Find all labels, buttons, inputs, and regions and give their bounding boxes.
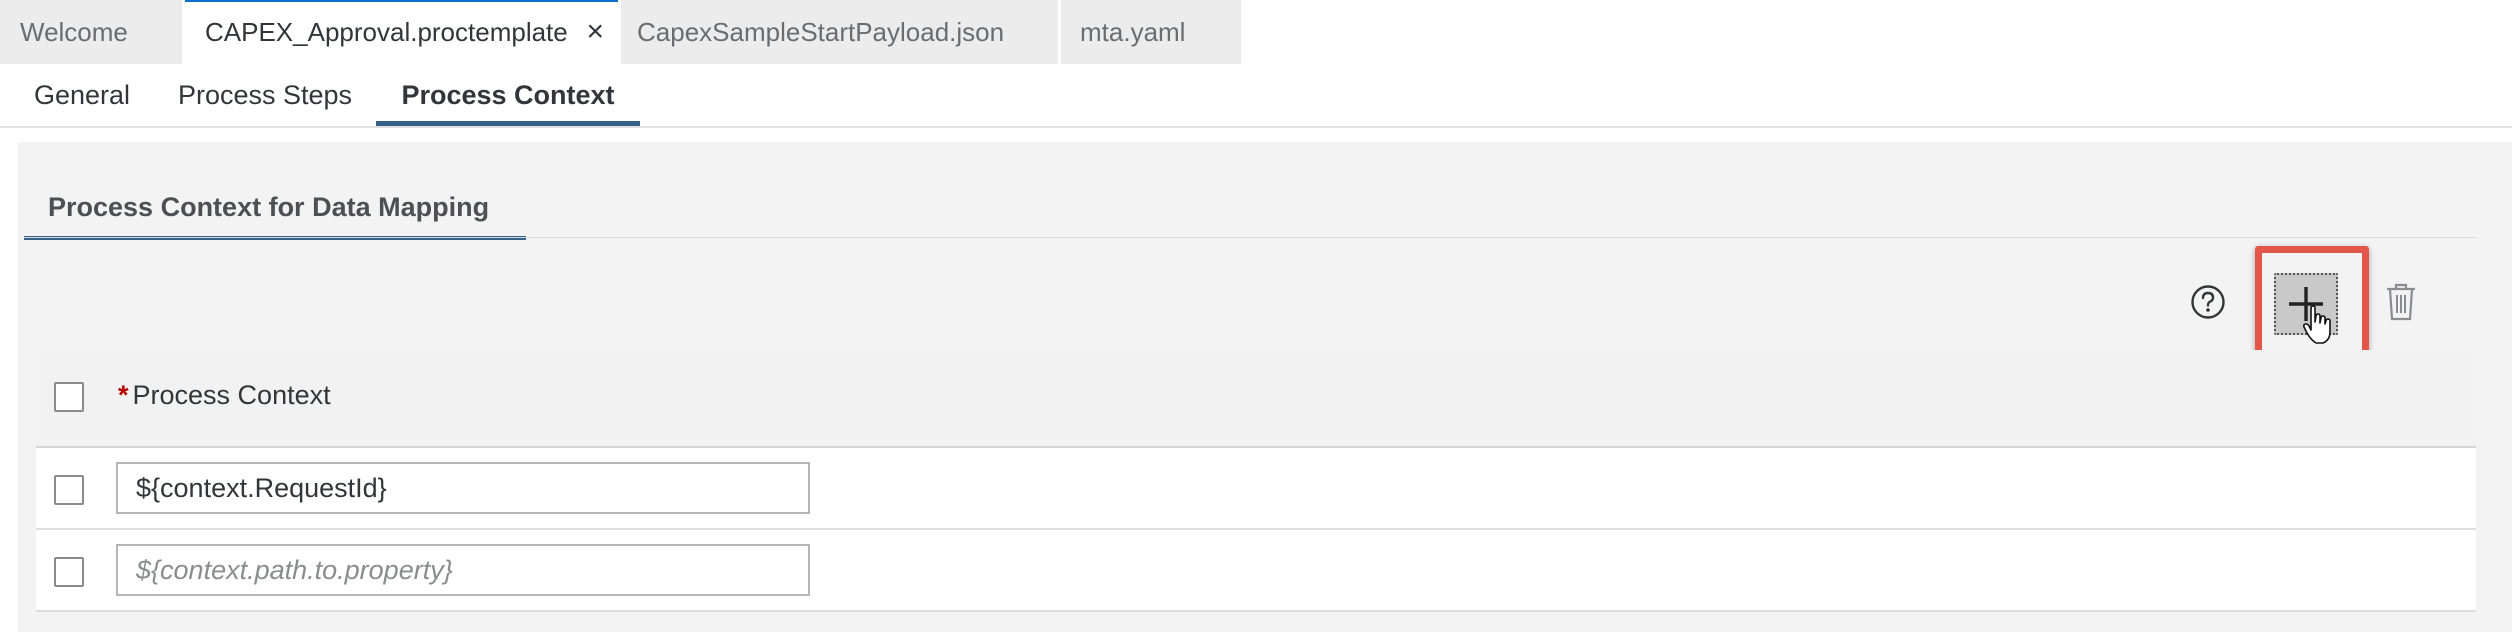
required-marker: * <box>118 380 129 410</box>
editor-tab-mta-yaml[interactable]: mta.yaml <box>1061 0 1241 64</box>
section-divider <box>24 237 2476 238</box>
table-row: ${context.RequestId} <box>36 448 2476 530</box>
hand-cursor-icon <box>2302 305 2331 344</box>
add-row-button[interactable] <box>2274 273 2338 344</box>
process-context-input[interactable]: ${context.path.to.property} <box>116 544 810 596</box>
tab-general[interactable]: General <box>18 64 146 126</box>
process-context-input[interactable]: ${context.RequestId} <box>116 462 810 514</box>
table-header: * Process Context <box>36 350 2476 448</box>
trash-icon[interactable] <box>2384 282 2418 322</box>
row-checkbox[interactable] <box>54 557 84 587</box>
table-row: ${context.path.to.property} <box>36 530 2476 612</box>
editor-tab-welcome[interactable]: Welcome <box>0 0 182 64</box>
editor-tab-label: CapexSampleStartPayload.json <box>637 17 1005 47</box>
editor-tab-bar: Welcome CAPEX_Approval.proctemplate × Ca… <box>0 0 2512 64</box>
editor-tab-label: mta.yaml <box>1080 17 1186 47</box>
question-circle-icon[interactable] <box>2190 284 2226 320</box>
section-title: Process Context for Data Mapping <box>48 192 490 222</box>
tab-label: General <box>33 80 131 110</box>
tab-process-steps[interactable]: Process Steps <box>165 64 365 126</box>
tab-process-context[interactable]: Process Context <box>376 64 640 126</box>
editor-tab-label: CAPEX_Approval.proctemplate <box>205 17 568 47</box>
section-tab-process-context-mapping[interactable]: Process Context for Data Mapping <box>24 178 526 240</box>
tab-label: Process Context <box>401 80 615 110</box>
content-panel: Process Context for Data Mapping * Proce… <box>18 142 2512 632</box>
column-header-process-context: * Process Context <box>118 380 331 411</box>
editor-tab-capex-payload[interactable]: CapexSampleStartPayload.json <box>621 0 1058 64</box>
row-checkbox[interactable] <box>54 475 84 505</box>
column-header-label: Process Context <box>132 380 331 410</box>
sub-tab-bar: General Process Steps Process Context <box>0 64 2512 128</box>
editor-tab-capex-approval[interactable]: CAPEX_Approval.proctemplate × <box>185 0 618 64</box>
tab-label: Process Steps <box>177 80 353 110</box>
select-all-checkbox[interactable] <box>54 382 84 412</box>
close-icon[interactable]: × <box>586 2 604 62</box>
editor-tab-label: Welcome <box>20 17 128 47</box>
